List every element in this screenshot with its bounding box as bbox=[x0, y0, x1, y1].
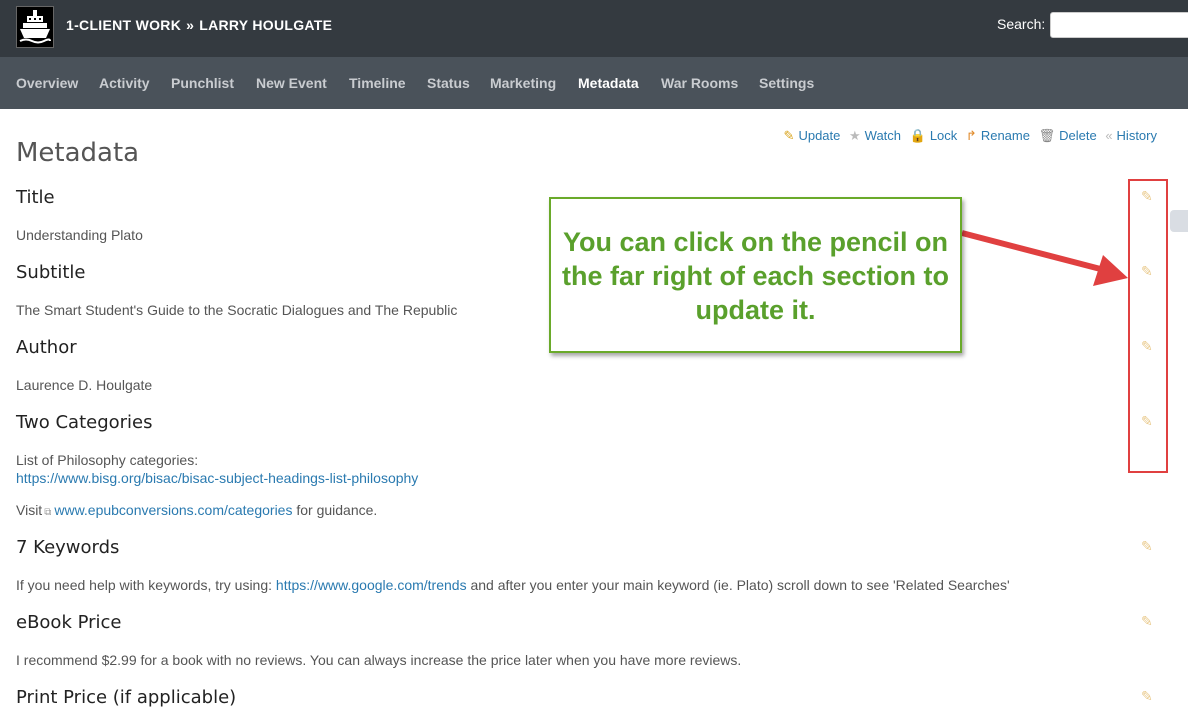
annotation-callout: You can click on the pencil on the far r… bbox=[549, 197, 962, 353]
annotation-arrow-icon bbox=[961, 230, 1128, 286]
callout-text: You can click on the pencil on the far r… bbox=[561, 227, 950, 325]
